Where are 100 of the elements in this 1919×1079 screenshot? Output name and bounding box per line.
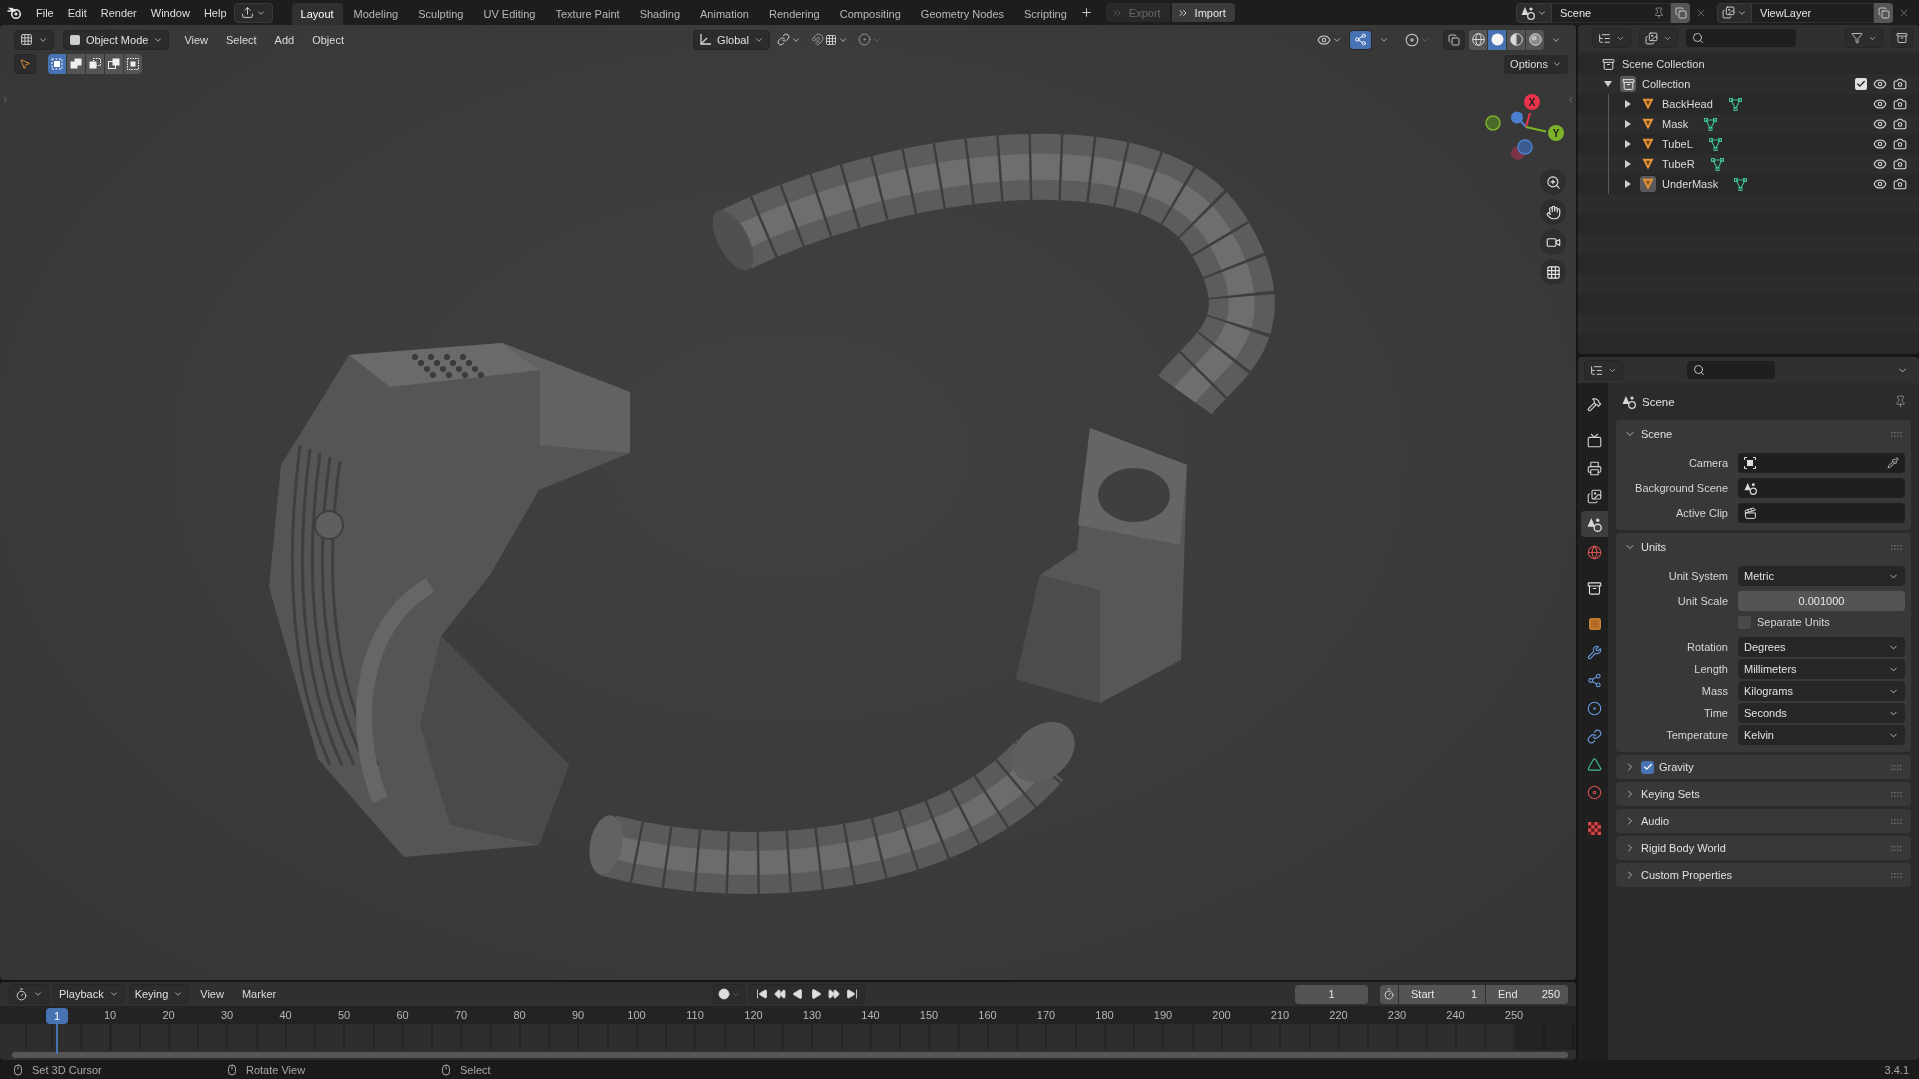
menu-dropdown[interactable]: Keying: [128, 984, 190, 1004]
tree-item-label[interactable]: UnderMask: [1662, 178, 1719, 190]
workspace-tab[interactable]: Shading: [630, 3, 690, 25]
drag-handle-icon[interactable]: [1891, 872, 1903, 878]
panel-header[interactable]: Gravity: [1616, 755, 1911, 779]
options-dropdown[interactable]: Options: [1504, 54, 1568, 74]
eye-icon[interactable]: [1873, 77, 1887, 91]
view-layer-name-field[interactable]: ViewLayer: [1752, 2, 1874, 23]
collection-icon[interactable]: [1620, 76, 1636, 92]
panel-header[interactable]: Scene: [1616, 420, 1911, 448]
object-icon[interactable]: [1640, 96, 1656, 112]
properties-tab[interactable]: [1581, 511, 1608, 537]
pin-icon[interactable]: [1894, 395, 1907, 408]
shading-mode-button[interactable]: [1469, 29, 1487, 50]
panel-header[interactable]: Keying Sets: [1616, 782, 1911, 806]
object-icon[interactable]: [1640, 176, 1656, 192]
app-logo-icon[interactable]: [7, 6, 22, 19]
perspective-button[interactable]: [1540, 259, 1566, 285]
pan-button[interactable]: [1540, 199, 1566, 225]
dropdown-field[interactable]: Metric: [1738, 566, 1905, 586]
axis-gizmo[interactable]: [1485, 111, 1547, 160]
clip-picker-field[interactable]: [1738, 503, 1905, 523]
select-mode-button[interactable]: [86, 54, 104, 74]
workspace-tab[interactable]: Texture Paint: [546, 3, 629, 25]
tree-item-label[interactable]: TubeR: [1662, 158, 1695, 170]
menu-item[interactable]: Edit: [60, 3, 94, 22]
scene-name-field[interactable]: Scene: [1552, 2, 1671, 23]
camera-icon[interactable]: [1893, 177, 1907, 191]
workspace-tab[interactable]: Geometry Nodes: [911, 3, 1013, 25]
search-field[interactable]: [1687, 361, 1775, 379]
panel-header[interactable]: Units: [1616, 533, 1911, 561]
dropdown-field[interactable]: Seconds: [1738, 703, 1905, 723]
filter-button[interactable]: [1845, 28, 1883, 48]
shading-mode-button[interactable]: [1526, 29, 1544, 50]
expand-arrow-icon[interactable]: [1602, 80, 1614, 88]
xray-button[interactable]: [1443, 29, 1465, 50]
drag-handle-icon[interactable]: [1891, 431, 1903, 437]
menu-item[interactable]: Add: [267, 31, 302, 48]
tree-item-label[interactable]: Scene Collection: [1622, 58, 1705, 70]
axis-handle[interactable]: [1548, 125, 1564, 141]
eye-icon[interactable]: [1873, 97, 1887, 111]
tree-item-label[interactable]: Mask: [1662, 118, 1689, 130]
tree-item-label[interactable]: TubeL: [1662, 138, 1693, 150]
copy-button[interactable]: [1671, 2, 1690, 23]
upload-button[interactable]: [233, 2, 273, 23]
axis-handle[interactable]: [1524, 94, 1540, 110]
workspace-tab[interactable]: Compositing: [830, 3, 910, 25]
end-frame-field[interactable]: End 250: [1486, 984, 1568, 1004]
shading-mode-button[interactable]: [1507, 29, 1525, 50]
preview-range-button[interactable]: [1380, 984, 1398, 1004]
select-mode-button[interactable]: [124, 54, 142, 74]
camera-icon[interactable]: [1893, 97, 1907, 111]
object-icon[interactable]: [1640, 136, 1656, 152]
eye-icon[interactable]: [1873, 137, 1887, 151]
gizmo-toggle-button[interactable]: [1349, 29, 1372, 50]
menu-item[interactable]: Window: [143, 3, 197, 22]
copy-button[interactable]: [1874, 2, 1893, 23]
dropdown-field[interactable]: Kelvin: [1738, 725, 1905, 745]
workspace-tab[interactable]: UV Editing: [474, 3, 545, 25]
menu-item[interactable]: View: [177, 31, 216, 48]
camera-icon[interactable]: [1893, 157, 1907, 171]
eye-icon[interactable]: [1873, 177, 1887, 191]
workspace-tab[interactable]: Scripting: [1015, 3, 1076, 25]
mode-dropdown[interactable]: Object Mode: [63, 29, 170, 50]
drag-handle-icon[interactable]: [1891, 764, 1903, 770]
select-tool-button[interactable]: [14, 54, 36, 74]
camera-picker-field[interactable]: [1738, 453, 1905, 473]
panel-header[interactable]: Custom Properties: [1616, 863, 1911, 887]
playback-controls[interactable]: [748, 984, 865, 1004]
select-mode-button[interactable]: [48, 54, 66, 74]
new-collection-button[interactable]: [1891, 28, 1913, 48]
drag-handle-icon[interactable]: [1891, 791, 1903, 797]
eye-icon[interactable]: [1873, 117, 1887, 131]
menu-dropdown[interactable]: Playback: [53, 984, 125, 1004]
menu-item[interactable]: View: [193, 986, 231, 1002]
scene-browse-button[interactable]: [1516, 2, 1552, 23]
checkbox[interactable]: [1855, 78, 1867, 90]
menu-item[interactable]: Select: [219, 31, 264, 48]
checkbox[interactable]: [1641, 760, 1654, 774]
workspace-tab[interactable]: Modeling: [344, 3, 408, 25]
panel-header[interactable]: Rigid Body World: [1616, 836, 1911, 860]
menu-item[interactable]: Render: [93, 3, 144, 22]
dropdown-field[interactable]: Millimeters: [1738, 659, 1905, 679]
view-layer-browse-button[interactable]: [1717, 2, 1752, 23]
editor-type-button[interactable]: [14, 29, 54, 50]
dropdown-field[interactable]: Degrees: [1738, 637, 1905, 657]
workspace-tab[interactable]: Sculpting: [409, 3, 473, 25]
playhead-frame-marker[interactable]: 1: [46, 1008, 68, 1024]
drag-handle-icon[interactable]: [1891, 544, 1903, 550]
tree-item-label[interactable]: BackHead: [1662, 98, 1713, 110]
number-field[interactable]: 0.001000: [1738, 591, 1905, 611]
current-frame-field[interactable]: 1: [1295, 984, 1368, 1004]
shading-mode-button[interactable]: [1488, 29, 1506, 50]
workspace-tab[interactable]: Layout: [291, 3, 343, 25]
zoom-button[interactable]: [1540, 169, 1566, 195]
start-frame-field[interactable]: Start 1: [1399, 984, 1485, 1004]
editor-type-button[interactable]: [9, 984, 49, 1004]
view-layer-mode-button[interactable]: [1639, 28, 1678, 48]
workspace-tab[interactable]: Animation: [691, 3, 758, 25]
scene-picker-field[interactable]: [1738, 478, 1905, 498]
